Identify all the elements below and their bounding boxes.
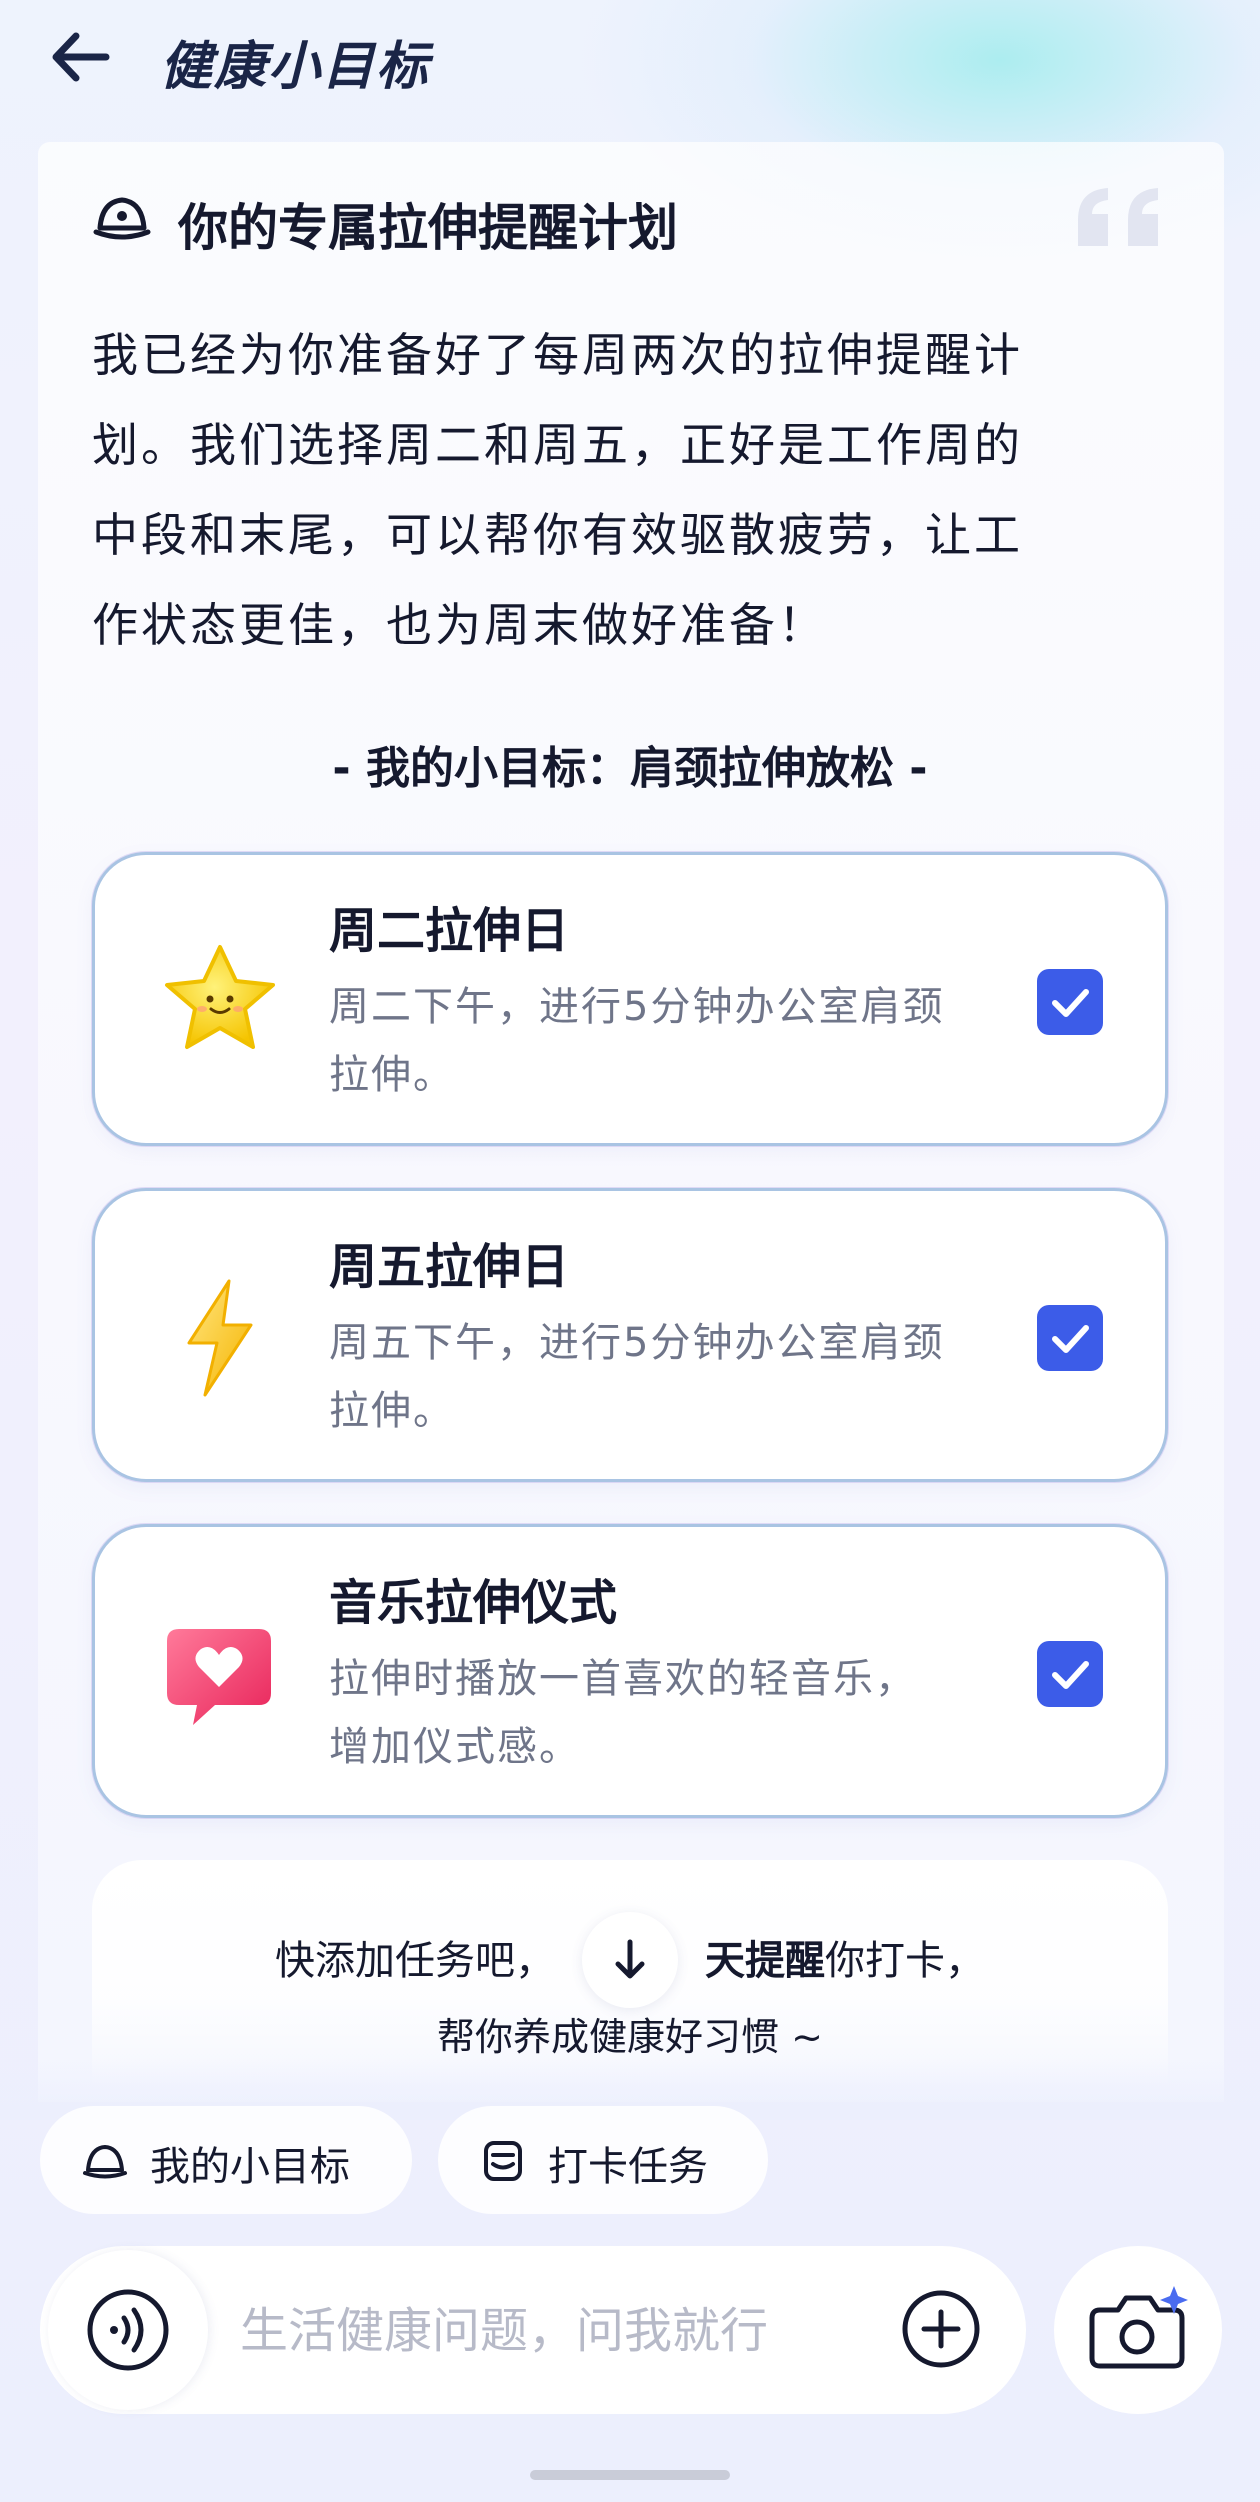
check-icon	[1052, 989, 1089, 1017]
lightning-icon	[155, 1273, 285, 1403]
hat-icon	[92, 188, 152, 248]
plan-title: 你的专属拉伸提醒计划	[178, 199, 678, 257]
back-button[interactable]	[46, 26, 116, 88]
task-card-tuesday[interactable]: 周二拉伸日 周二下午，进行5分钟办公室肩颈 拉伸。	[92, 852, 1168, 1146]
hat-icon	[82, 2138, 128, 2184]
plan-intro: 我已经为你准备好了每周两次的拉伸提醒计 划。我们选择周二和周五，正好是工作周的 …	[92, 310, 1182, 670]
scroll-down-button[interactable]	[582, 1912, 678, 2008]
task-desc-line: 周五下午，进行5分钟办公室肩颈	[329, 1320, 945, 1366]
task-desc-line: 周二下午，进行5分钟办公室肩颈	[329, 984, 945, 1030]
check-icon	[1052, 1325, 1089, 1353]
voice-button[interactable]	[48, 2250, 208, 2410]
add-button[interactable]	[900, 2288, 982, 2370]
task-checkbox[interactable]	[1037, 1305, 1103, 1371]
task-title: 音乐拉伸仪式	[329, 1575, 618, 1631]
hint-text-line2: 帮你养成健康好习惯 ~	[437, 2015, 823, 2059]
heart-message-icon	[155, 1609, 285, 1739]
arrow-down-icon	[615, 1939, 645, 1979]
task-desc-line: 拉伸。	[329, 1388, 455, 1434]
task-title: 周二拉伸日	[329, 903, 570, 959]
task-desc-line: 增加仪式感。	[329, 1724, 581, 1770]
hint-text-start: 快添加任务吧，	[275, 1938, 555, 1984]
task-checkbox[interactable]	[1037, 969, 1103, 1035]
camera-icon	[1089, 2286, 1188, 2369]
intro-line: 中段和末尾，可以帮你有效驱散疲劳，让工	[92, 508, 1023, 562]
page-title: 健康小目标	[160, 37, 431, 97]
chip-checkin-tasks[interactable]: 打卡任务	[438, 2106, 768, 2214]
task-title: 周五拉伸日	[329, 1239, 570, 1295]
task-description: 拉伸时播放一首喜欢的轻音乐， 增加仪式感。	[329, 1645, 1009, 1781]
intro-line: 我已经为你准备好了每周两次的拉伸提醒计	[92, 328, 1023, 382]
home-indicator	[530, 2470, 730, 2480]
goal-heading: - 我的小目标：肩颈拉伸放松 -	[332, 743, 928, 794]
voice-icon	[87, 2289, 169, 2371]
task-card-music[interactable]: 音乐拉伸仪式 拉伸时播放一首喜欢的轻音乐， 增加仪式感。	[92, 1524, 1168, 1818]
plus-icon	[902, 2290, 980, 2368]
checkin-icon	[480, 2138, 526, 2184]
camera-button[interactable]	[1054, 2246, 1222, 2414]
task-checkbox[interactable]	[1037, 1641, 1103, 1707]
task-card-friday[interactable]: 周五拉伸日 周五下午，进行5分钟办公室肩颈 拉伸。	[92, 1188, 1168, 1482]
chip-my-goals[interactable]: 我的小目标	[40, 2106, 412, 2214]
intro-line: 作状态更佳，也为周末做好准备！	[92, 598, 827, 652]
task-desc-line: 拉伸时播放一首喜欢的轻音乐，	[329, 1656, 917, 1702]
chip-label: 打卡任务	[548, 2144, 708, 2190]
task-description: 周二下午，进行5分钟办公室肩颈 拉伸。	[329, 973, 1009, 1109]
check-icon	[1052, 1661, 1089, 1689]
chip-label: 我的小目标	[150, 2144, 350, 2190]
task-description: 周五下午，进行5分钟办公室肩颈 拉伸。	[329, 1309, 1009, 1445]
task-desc-line: 拉伸。	[329, 1052, 455, 1098]
hint-text-end: 你打卡，	[825, 1938, 985, 1984]
star-icon	[155, 937, 285, 1067]
chat-input[interactable]	[240, 2286, 860, 2376]
hint-text-bold: 天提醒	[705, 1938, 825, 1984]
header: 健康小目标	[0, 0, 1260, 120]
quote-icon	[1072, 184, 1172, 254]
intro-line: 划。我们选择周二和周五，正好是工作周的	[92, 418, 1023, 472]
arrow-left-icon	[52, 32, 110, 82]
